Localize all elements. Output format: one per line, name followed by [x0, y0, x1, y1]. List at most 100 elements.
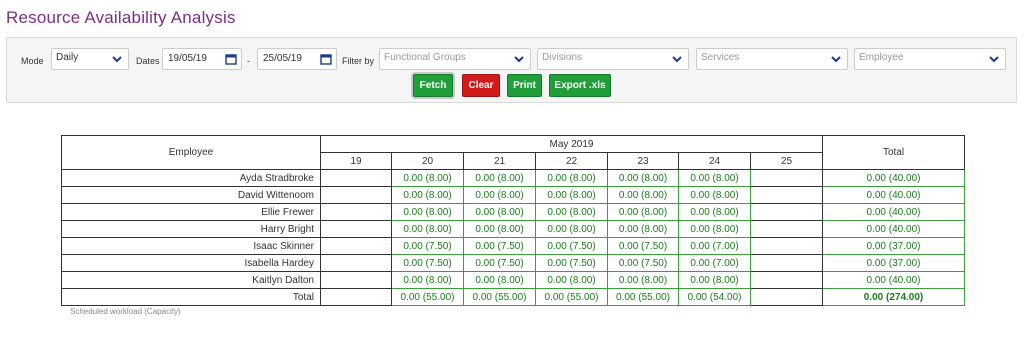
workload-cell: 0.00 (8.00) [463, 186, 536, 204]
workload-cell: 0.00 (8.00) [607, 186, 679, 204]
day-header: 19 [320, 152, 392, 170]
day-header: 21 [463, 152, 536, 170]
workload-cell: 0.00 (7.50) [391, 254, 464, 272]
workload-cell: 0.00 (8.00) [607, 203, 679, 221]
workload-cell: 0.00 (8.00) [391, 186, 464, 204]
footnote: Scheduled workload (Capacity) [70, 307, 181, 316]
export-xls-button[interactable]: Export .xls [549, 74, 611, 97]
calendar-icon[interactable] [225, 53, 237, 65]
date-from-input[interactable]: 19/05/19 [162, 48, 242, 70]
date-from-value: 19/05/19 [168, 53, 207, 64]
calendar-icon[interactable] [320, 53, 332, 65]
day-header: 22 [535, 152, 608, 170]
workload-cell: 0.00 (8.00) [391, 169, 464, 187]
divisions-placeholder: Divisions [542, 52, 583, 63]
workload-cell: 0.00 (8.00) [391, 271, 464, 289]
table-row: Ellie Frewer 0.00 (8.00) 0.00 (8.00) 0.00 (… [61, 203, 965, 221]
employee-name: Harry Bright [61, 220, 321, 238]
workload-cell: 0.00 (8.00) [607, 271, 679, 289]
workload-cell [320, 169, 392, 187]
employee-name: David Wittenoom [61, 186, 321, 204]
workload-cell [320, 220, 392, 238]
workload-cell [320, 271, 392, 289]
workload-cell: 0.00 (7.50) [463, 254, 536, 272]
total-row-label: Total [61, 288, 321, 306]
workload-cell: 0.00 (8.00) [607, 220, 679, 238]
workload-cell [320, 237, 392, 255]
workload-cell: 0.00 (8.00) [535, 220, 608, 238]
row-total-cell: 0.00 (37.00) [822, 254, 965, 272]
day-header: 20 [391, 152, 464, 170]
total-row: Total 0.00 (55.00) 0.00 (55.00) 0.00 (55.00… [61, 288, 965, 306]
workload-cell: 0.00 (8.00) [463, 169, 536, 187]
employee-name: Isaac Skinner [61, 237, 321, 255]
day-total-cell: 0.00 (54.00) [678, 288, 751, 306]
workload-cell: 0.00 (7.50) [535, 254, 608, 272]
row-total-cell: 0.00 (40.00) [822, 186, 965, 204]
day-total-cell: 0.00 (55.00) [535, 288, 608, 306]
table-row: Ayda Stradbroke 0.00 (8.00) 0.00 (8.00) 0.0… [61, 169, 965, 187]
day-header: 24 [678, 152, 751, 170]
chevron-down-icon [514, 56, 524, 63]
workload-cell: 0.00 (8.00) [391, 220, 464, 238]
divisions-select[interactable]: Divisions [537, 48, 689, 70]
day-total-cell: 0.00 (55.00) [463, 288, 536, 306]
availability-table: Employee May 2019 Total 19 20 21 22 23 24 25 A… [61, 135, 965, 306]
dates-label: Dates [136, 56, 160, 66]
workload-cell: 0.00 (8.00) [678, 169, 751, 187]
workload-cell: 0.00 (8.00) [535, 203, 608, 221]
workload-cell: 0.00 (8.00) [463, 220, 536, 238]
employee-header: Employee [61, 135, 321, 170]
fetch-button[interactable]: Fetch [413, 74, 453, 97]
workload-cell: 0.00 (7.50) [535, 237, 608, 255]
workload-cell: 0.00 (8.00) [463, 203, 536, 221]
employee-name: Ayda Stradbroke [61, 169, 321, 187]
mode-select[interactable]: Daily [51, 48, 129, 70]
workload-cell: 0.00 (7.50) [463, 237, 536, 255]
employee-name: Isabella Hardey [61, 254, 321, 272]
workload-cell: 0.00 (8.00) [535, 169, 608, 187]
workload-cell [750, 220, 823, 238]
mode-select-value: Daily [56, 52, 79, 63]
functional-groups-placeholder: Functional Groups [384, 52, 466, 63]
workload-cell [750, 237, 823, 255]
workload-cell: 0.00 (8.00) [607, 169, 679, 187]
employee-name: Ellie Frewer [61, 203, 321, 221]
clear-button[interactable]: Clear [462, 74, 500, 97]
workload-cell: 0.00 (8.00) [678, 203, 751, 221]
workload-cell: 0.00 (7.00) [678, 254, 751, 272]
total-header: Total [822, 135, 965, 170]
table-row: Isabella Hardey 0.00 (7.50) 0.00 (7.50) 0.0… [61, 254, 965, 272]
workload-cell: 0.00 (7.50) [391, 237, 464, 255]
filter-by-label: Filter by [342, 56, 375, 66]
workload-cell: 0.00 (7.50) [607, 237, 679, 255]
table-row: Isaac Skinner 0.00 (7.50) 0.00 (7.50) 0.00 … [61, 237, 965, 255]
table-row: Kaitlyn Dalton 0.00 (8.00) 0.00 (8.00) 0.00… [61, 271, 965, 289]
row-total-cell: 0.00 (40.00) [822, 220, 965, 238]
workload-cell: 0.00 (8.00) [678, 271, 751, 289]
workload-cell: 0.00 (8.00) [678, 186, 751, 204]
day-total-cell [320, 288, 392, 306]
workload-cell: 0.00 (8.00) [463, 271, 536, 289]
workload-cell [320, 254, 392, 272]
workload-cell [750, 271, 823, 289]
day-total-cell: 0.00 (55.00) [607, 288, 679, 306]
services-select[interactable]: Services [696, 48, 848, 70]
date-to-value: 25/05/19 [263, 53, 302, 64]
workload-cell: 0.00 (8.00) [391, 203, 464, 221]
date-to-input[interactable]: 25/05/19 [257, 48, 337, 70]
workload-cell [750, 203, 823, 221]
print-button[interactable]: Print [507, 74, 542, 97]
workload-cell: 0.00 (8.00) [535, 271, 608, 289]
row-total-cell: 0.00 (37.00) [822, 237, 965, 255]
functional-groups-select[interactable]: Functional Groups [379, 48, 531, 70]
chevron-down-icon [672, 56, 682, 63]
day-header: 25 [750, 152, 823, 170]
workload-cell [750, 169, 823, 187]
employee-select[interactable]: Employee [854, 48, 1006, 70]
page-title: Resource Availability Analysis [6, 8, 236, 27]
workload-cell [750, 254, 823, 272]
workload-cell [320, 186, 392, 204]
day-total-cell [750, 288, 823, 306]
workload-cell [750, 186, 823, 204]
